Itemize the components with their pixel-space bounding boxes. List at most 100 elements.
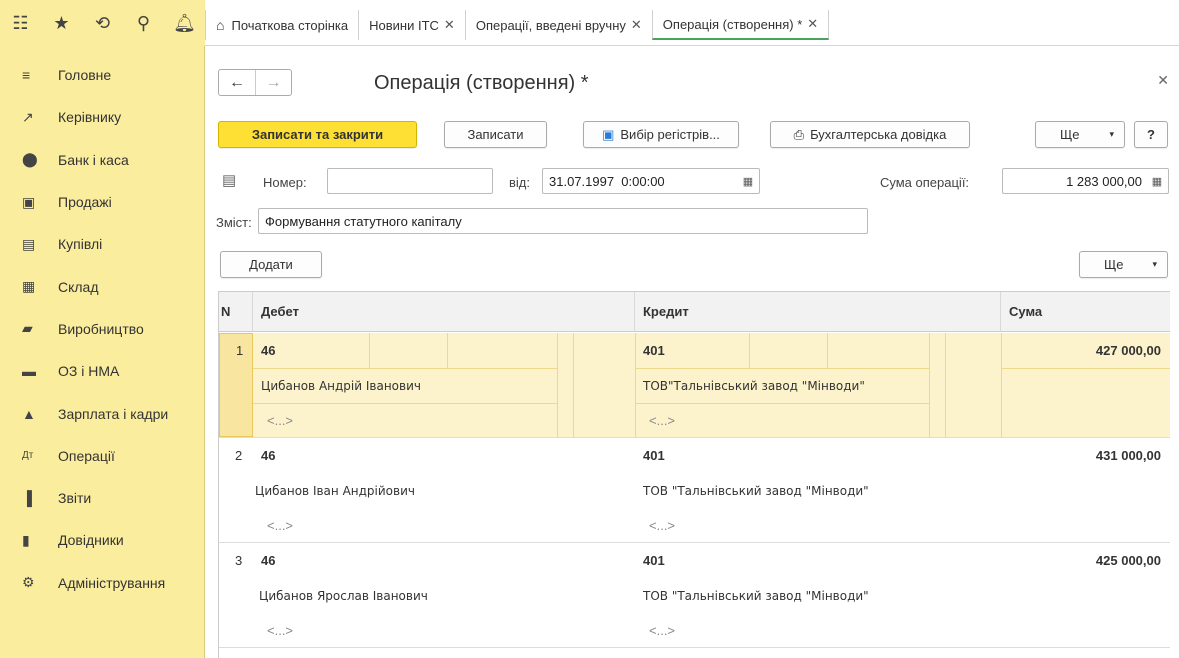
cell-divider bbox=[253, 403, 557, 404]
button-label: Ще bbox=[1060, 127, 1080, 142]
bell-icon[interactable]: 🔔︎ bbox=[164, 0, 205, 46]
credit-subconto[interactable]: ТОВ"Тальнівський завод "Мінводи" bbox=[643, 379, 865, 393]
credit-account[interactable]: 401 bbox=[643, 553, 665, 568]
credit-subconto[interactable]: ТОВ "Тальнівський завод "Мінводи" bbox=[643, 589, 869, 603]
history-icon[interactable]: ⟲ bbox=[82, 0, 123, 46]
column-header-credit[interactable]: Кредит bbox=[635, 292, 1001, 332]
debit-subconto-2[interactable]: <...> bbox=[267, 413, 293, 428]
sidebar-item-bank[interactable]: ⬤ Банк і каса bbox=[0, 139, 204, 181]
row-sum[interactable]: 427 000,00 bbox=[1096, 343, 1161, 358]
tab-label: Початкова сторінка bbox=[231, 17, 349, 33]
number-field[interactable] bbox=[327, 168, 493, 194]
tab-news-its[interactable]: Новини ІТС ✕ bbox=[358, 10, 465, 40]
close-icon[interactable]: ✕ bbox=[444, 17, 455, 33]
credit-subconto[interactable]: ТОВ "Тальнівський завод "Мінводи" bbox=[643, 484, 869, 498]
column-header-n[interactable]: N bbox=[219, 292, 253, 332]
tab-label: Операції, введені вручну bbox=[475, 17, 626, 33]
credit-subconto-2[interactable]: <...> bbox=[649, 518, 675, 533]
save-button[interactable]: Записати bbox=[444, 121, 547, 148]
credit-account[interactable]: 401 bbox=[643, 343, 665, 358]
sidebar-item-label: Зарплата і кадри bbox=[58, 405, 169, 422]
forward-arrow-icon[interactable]: → bbox=[255, 70, 291, 95]
truck-icon: ▬ bbox=[22, 363, 36, 380]
sum-field[interactable]: 1 283 000,00 ▦ bbox=[1002, 168, 1169, 194]
apps-grid-icon[interactable]: ☷ bbox=[0, 0, 41, 46]
cell-divider bbox=[1001, 333, 1002, 438]
sidebar-item-production[interactable]: ▰ Виробництво bbox=[0, 308, 204, 350]
help-button[interactable]: ? bbox=[1134, 121, 1168, 148]
sidebar-item-label: Виробництво bbox=[58, 320, 144, 337]
debit-account[interactable]: 46 bbox=[261, 343, 275, 358]
tab-label: Новини ІТС bbox=[369, 17, 439, 33]
accounting-reference-button[interactable]: ⎙ Бухгалтерська довідка bbox=[770, 121, 970, 148]
sum-label: Сума операції: bbox=[880, 175, 970, 190]
column-header-debit[interactable]: Дебет bbox=[253, 292, 635, 332]
calendar-icon[interactable]: ▦ bbox=[737, 169, 759, 193]
credit-account[interactable]: 401 bbox=[643, 448, 665, 463]
sidebar-item-manager[interactable]: ↗ Керівнику bbox=[0, 96, 204, 138]
sidebar-item-admin[interactable]: ⚙ Адміністрування bbox=[0, 562, 204, 604]
credit-subconto-2[interactable]: <...> bbox=[649, 623, 675, 638]
table-row[interactable]: 1 46 Цибанов Андрій Іванович <...> 401 Т… bbox=[219, 333, 1170, 438]
save-and-close-button[interactable]: Записати та закрити bbox=[218, 121, 417, 148]
more-menu-button[interactable]: Ще ▾ bbox=[1035, 121, 1125, 148]
bar-chart-icon: ▐ bbox=[22, 490, 32, 507]
sidebar-item-fixed-assets[interactable]: ▬ ОЗ і НМА bbox=[0, 350, 204, 392]
cell-divider bbox=[253, 368, 557, 369]
tab-home[interactable]: ⌂ Початкова сторінка bbox=[205, 10, 358, 40]
select-registers-button[interactable]: ▣ Вибір регістрів... bbox=[583, 121, 739, 148]
gear-icon: ⚙ bbox=[22, 574, 35, 591]
button-label: Ще bbox=[1104, 257, 1124, 272]
content-field[interactable]: Формування статутного капіталу bbox=[258, 208, 868, 234]
debit-subconto[interactable]: Цибанов Ярослав Іванович bbox=[259, 589, 428, 603]
row-number: 1 bbox=[236, 343, 244, 358]
cell-divider bbox=[1001, 368, 1170, 369]
debit-account[interactable]: 46 bbox=[261, 448, 275, 463]
credit-subconto-2[interactable]: <...> bbox=[649, 413, 675, 428]
row-sum[interactable]: 425 000,00 bbox=[1096, 553, 1161, 568]
chevron-down-icon: ▾ bbox=[1152, 259, 1157, 269]
star-icon[interactable]: ★ bbox=[41, 0, 82, 46]
sidebar: ≡ Головне ↗ Керівнику ⬤ Банк і каса ▣ Продаж… bbox=[0, 46, 205, 658]
column-header-sum[interactable]: Сума bbox=[1001, 292, 1170, 332]
sidebar-item-label: Адміністрування bbox=[58, 574, 166, 591]
tab-manual-operations[interactable]: Операції, введені вручну ✕ bbox=[464, 10, 652, 40]
debit-account[interactable]: 46 bbox=[261, 553, 275, 568]
sidebar-item-operations[interactable]: Дт Операції bbox=[0, 435, 204, 477]
sidebar-item-reports[interactable]: ▐ Звіти bbox=[0, 477, 204, 519]
home-icon: ⌂ bbox=[216, 17, 225, 33]
sidebar-item-salary[interactable]: ▲ Зарплата і кадри bbox=[0, 392, 204, 434]
debit-subconto[interactable]: Цибанов Іван Андрійович bbox=[255, 484, 415, 498]
add-row-button[interactable]: Додати bbox=[220, 251, 322, 278]
table-row[interactable]: 2 46 Цибанов Іван Андрійович <...> 401 Т… bbox=[219, 438, 1170, 543]
cell-divider bbox=[447, 333, 448, 368]
content-label: Зміст: bbox=[216, 215, 252, 230]
cell-divider bbox=[573, 333, 574, 438]
sidebar-item-label: Купівлі bbox=[58, 236, 103, 253]
sidebar-item-directories[interactable]: ▮ Довідники bbox=[0, 519, 204, 561]
debit-subconto-2[interactable]: <...> bbox=[267, 623, 293, 638]
top-bar: ☷ ★ ⟲ ⚲ 🔔︎ ⌂ Початкова сторінка Новини І… bbox=[0, 0, 1179, 46]
row-sum[interactable]: 431 000,00 bbox=[1096, 448, 1161, 463]
back-arrow-icon[interactable]: ← bbox=[219, 70, 255, 95]
tab-operation-create[interactable]: Операція (створення) * ✕ bbox=[651, 10, 830, 40]
sidebar-item-label: Склад bbox=[58, 278, 99, 295]
sidebar-item-warehouse[interactable]: ▦ Склад bbox=[0, 265, 204, 307]
close-icon[interactable]: ✕ bbox=[1157, 72, 1169, 89]
table-row[interactable]: 3 46 Цибанов Ярослав Іванович <...> 401 … bbox=[219, 543, 1170, 648]
entries-table[interactable]: N Дебет Кредит Сума 1 46 Цибанов Андрій … bbox=[218, 291, 1170, 658]
date-value: 31.07.1997 0:00:00 bbox=[549, 173, 665, 189]
close-icon[interactable]: ✕ bbox=[631, 17, 642, 33]
sidebar-item-main[interactable]: ≡ Головне bbox=[0, 54, 204, 96]
sidebar-item-sales[interactable]: ▣ Продажі bbox=[0, 181, 204, 223]
date-field[interactable]: 31.07.1997 0:00:00 ▦ bbox=[542, 168, 760, 194]
book-icon: ▮ bbox=[22, 531, 30, 548]
sidebar-item-purchases[interactable]: ▤ Купівлі bbox=[0, 223, 204, 265]
table-more-button[interactable]: Ще ▾ bbox=[1079, 251, 1168, 278]
calculator-icon[interactable]: ▦ bbox=[1146, 169, 1168, 193]
debit-subconto-2[interactable]: <...> bbox=[267, 518, 293, 533]
cell-divider bbox=[749, 333, 750, 368]
close-icon[interactable]: ✕ bbox=[807, 16, 818, 32]
debit-subconto[interactable]: Цибанов Андрій Іванович bbox=[261, 379, 421, 393]
search-icon[interactable]: ⚲ bbox=[123, 0, 164, 46]
